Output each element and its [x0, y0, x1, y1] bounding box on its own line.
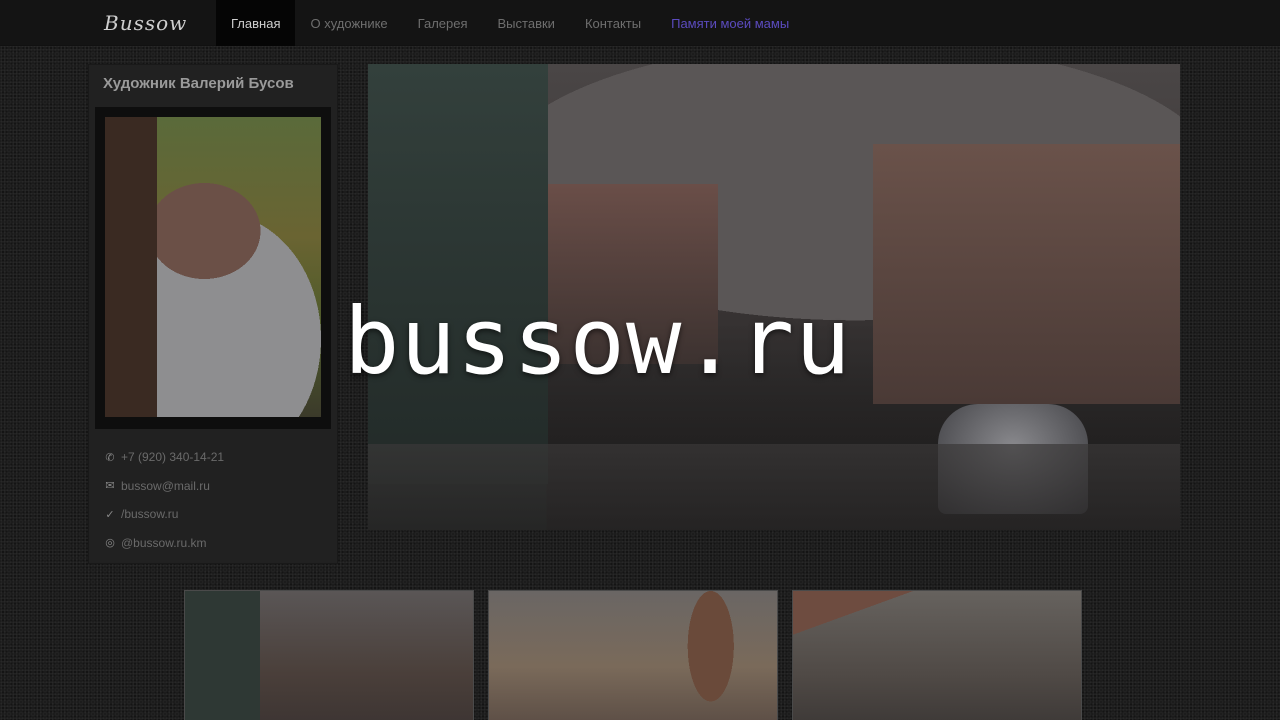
nav-item-memory[interactable]: Памяти моей мамы — [656, 0, 804, 46]
phone-icon: ✆ — [105, 451, 115, 464]
contact-phone-text: +7 (920) 340-14-21 — [121, 450, 225, 465]
artist-sidebar: Художник Валерий Бусов ✆ +7 (920) 340-14… — [88, 64, 338, 564]
contact-phone[interactable]: ✆ +7 (920) 340-14-21 — [103, 443, 333, 472]
vk-icon: ✓ — [105, 508, 115, 521]
gallery-thumbnail[interactable] — [792, 590, 1082, 720]
contact-instagram-text: @bussow.ru.km — [121, 535, 207, 550]
contact-vk[interactable]: ✓ /bussow.ru — [103, 500, 333, 529]
hero-building-right — [873, 144, 1180, 404]
top-navbar: Bussow Главная О художнике Галерея Выста… — [0, 0, 1280, 46]
brand-logo[interactable]: Bussow — [104, 6, 194, 40]
gallery-thumbnail[interactable] — [184, 590, 474, 720]
artist-portrait[interactable] — [105, 117, 321, 417]
nav-item-gallery[interactable]: Галерея — [403, 0, 483, 46]
contact-instagram[interactable]: ◎ @bussow.ru.km — [103, 529, 333, 558]
portrait-frame — [95, 107, 331, 429]
hero-building-left — [368, 64, 548, 484]
nav-item-home[interactable]: Главная — [216, 0, 296, 46]
nav-item-exhibitions[interactable]: Выставки — [483, 0, 570, 46]
contact-vk-text: /bussow.ru — [121, 507, 179, 522]
artist-title: Художник Валерий Бусов — [103, 75, 294, 92]
contact-email-text: bussow@mail.ru — [121, 478, 210, 493]
contact-list: ✆ +7 (920) 340-14-21 ✉ bussow@mail.ru ✓ … — [103, 443, 333, 557]
hero-street — [368, 444, 1180, 530]
mail-icon: ✉ — [105, 480, 115, 493]
brand-logo-text: Bussow — [104, 11, 188, 35]
instagram-icon: ◎ — [105, 537, 115, 550]
contact-email[interactable]: ✉ bussow@mail.ru — [103, 472, 333, 501]
nav-item-about[interactable]: О художнике — [295, 0, 402, 46]
nav-item-contacts[interactable]: Контакты — [570, 0, 656, 46]
main-nav: Главная О художнике Галерея Выставки Кон… — [216, 0, 804, 46]
gallery-thumbnail[interactable] — [488, 590, 778, 720]
hero-site-title: bussow.ru — [344, 288, 852, 395]
